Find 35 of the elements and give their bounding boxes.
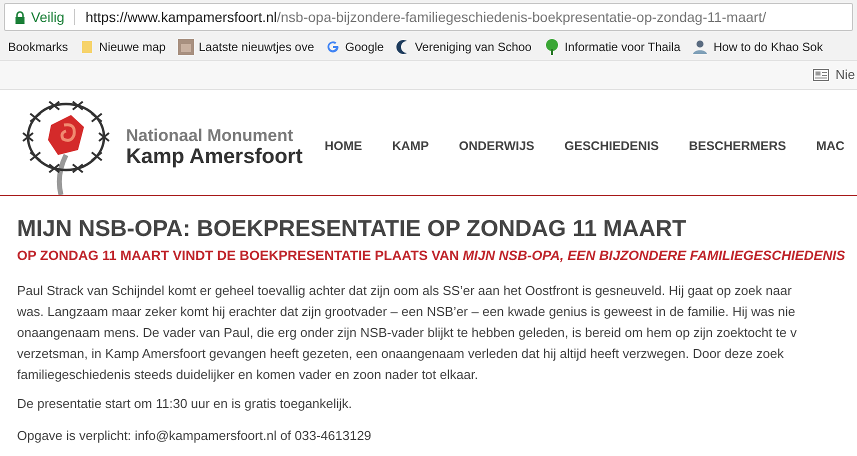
bookmark-item[interactable]: Bookmarks (8, 38, 68, 56)
person-icon (692, 39, 708, 55)
body-text: Opgave is verplicht: info@kampamersfoort.nl of 033-4613129 (17, 426, 372, 445)
logo-title: Kamp Amersfoort (126, 146, 303, 166)
bookmark-item[interactable]: Nieuwe map (80, 38, 166, 56)
body-text-line: onaangenaam mens. De vader van Paul, die erg onder zijn NSB-vader blijkt te hebben geleden, is bereid om hem op zijn zoektocht te v (17, 324, 798, 342)
reader-label[interactable]: Nie (835, 65, 855, 85)
address-bar[interactable]: Veilig https://www.kampamersfoort.nl/nsb-opa-bijzondere-familiegeschiedenis-boekpresentatie-op-zondag-11-maart/ (4, 3, 853, 31)
security-label: Veilig (31, 8, 64, 27)
body-text-line: familiegeschiedenis steeds duidelijker en komen vader en zoon nader tot elkaar. (17, 366, 480, 384)
body-text-line: Paul Strack van Schijndel komt er geheel toevallig achter dat zijn oom als SS’er aan het Oostfront is gesneuveld. Hij gaat op zoek naar (17, 282, 793, 300)
newspaper-icon (813, 69, 830, 81)
tree-icon (544, 39, 560, 55)
nav-link[interactable]: KAMP (392, 137, 429, 156)
folder-icon (80, 40, 94, 54)
bookmark-item[interactable]: How to do Khao Sok (692, 38, 823, 56)
body-text-line: was. Langzaam maar zeker komt hij erachter dat zijn grootvader – een NSB’er – een kwade genius is geweest in de familie. Hij was nie (17, 303, 796, 322)
logo-subtitle: Nationaal Monument (126, 126, 294, 144)
thumbnail-icon (178, 39, 194, 55)
body-text-line: verzetsman, in Kamp Amersfoort gevangen heeft gezeten, een onaangenaam verleden dat hij altijd heeft verzwegen. Door deze zoek (17, 345, 785, 364)
bookmark-item[interactable]: Vereniging van Schoo (396, 38, 532, 56)
nav-link[interactable]: GESCHIEDENIS (564, 137, 659, 156)
article-subtitle: OP ZONDAG 11 MAART VINDT DE BOEKPRESENTATIE PLAATS VAN MIJN NSB-OPA, EEN BIJZONDERE FAMILIEGESCHIEDENIS (17, 247, 846, 265)
google-icon (326, 40, 340, 54)
nav-link[interactable]: MAC (816, 137, 845, 156)
bookmark-item[interactable]: Laatste nieuwtjes ove (178, 38, 314, 56)
nav-link[interactable]: HOME (324, 137, 362, 156)
nav-link[interactable]: BESCHERMERS (688, 137, 786, 156)
bookmark-item[interactable]: Google (326, 38, 384, 56)
bookmark-item[interactable]: Informatie voor Thaila (544, 38, 680, 56)
body-text: De presentatie start om 11:30 uur en is gratis toegankelijk. (17, 395, 354, 414)
url-text: https://www.kampamersfoort.nl/nsb-opa-bijzondere-familiegeschiedenis-boekpresentatie-op-zondag-11-maart/ (85, 8, 766, 27)
lock-icon (15, 10, 25, 24)
article-title: MIJN NSB-OPA: BOEKPRESENTATIE OP ZONDAG 11 MAART (17, 214, 688, 242)
nav-link[interactable]: ONDERWIJS (458, 137, 534, 156)
